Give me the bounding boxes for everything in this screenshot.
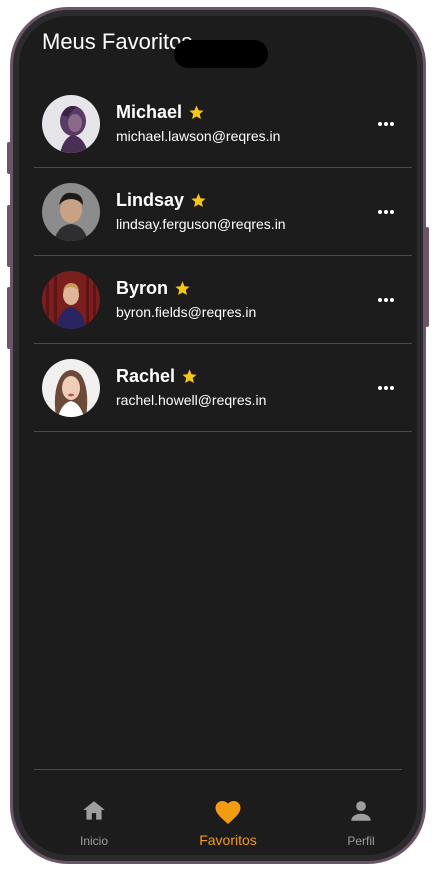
more-options-icon[interactable] <box>376 202 396 222</box>
list-item[interactable]: Lindsay lindsay.ferguson@reqres.in <box>34 168 412 256</box>
avatar <box>42 271 100 329</box>
volume-up-button <box>7 205 11 267</box>
user-email: michael.lawson@reqres.in <box>116 128 281 144</box>
bottom-nav-divider <box>34 769 402 770</box>
dynamic-island <box>174 40 268 68</box>
nav-label: Favoritos <box>199 832 257 848</box>
list-item[interactable]: Byron byron.fields@reqres.in <box>34 256 412 344</box>
user-email: rachel.howell@reqres.in <box>116 392 267 408</box>
user-name: Byron <box>116 278 169 298</box>
heart-icon <box>173 796 283 826</box>
name-line: Rachel <box>116 365 198 387</box>
avatar <box>42 95 100 153</box>
more-options-icon[interactable] <box>376 114 396 134</box>
phone-bezel: Meus Favoritos Michael michael.lawson@re… <box>13 10 423 861</box>
list-item[interactable]: Rachel rachel.howell@reqres.in <box>34 344 412 432</box>
person-icon <box>306 796 416 826</box>
user-name: Lindsay <box>116 190 185 210</box>
star-icon <box>188 104 205 121</box>
nav-label: Perfil <box>347 834 375 848</box>
avatar <box>42 183 100 241</box>
star-icon <box>190 192 207 209</box>
action-button <box>7 142 11 174</box>
list-item[interactable]: Michael michael.lawson@reqres.in <box>34 80 412 168</box>
home-icon <box>39 796 149 826</box>
name-line: Lindsay <box>116 189 207 211</box>
nav-item-favoritos[interactable]: Favoritos <box>173 796 283 848</box>
favorites-list: Michael michael.lawson@reqres.in Lindsay… <box>34 80 412 432</box>
power-button <box>425 227 429 327</box>
nav-label: Inicio <box>79 834 108 848</box>
avatar <box>42 359 100 417</box>
app-screen: Meus Favoritos Michael michael.lawson@re… <box>19 16 417 855</box>
name-line: Michael <box>116 101 205 123</box>
more-options-icon[interactable] <box>376 378 396 398</box>
bottom-navigation: Inicio Favoritos Perfil <box>19 776 417 855</box>
user-name: Michael <box>116 102 183 122</box>
page-title: Meus Favoritos <box>42 29 193 54</box>
volume-down-button <box>7 287 11 349</box>
user-email: byron.fields@reqres.in <box>116 304 257 320</box>
nav-item-perfil[interactable]: Perfil <box>306 796 416 848</box>
phone-frame: Meus Favoritos Michael michael.lawson@re… <box>7 7 429 864</box>
user-name: Rachel <box>116 366 176 386</box>
name-line: Byron <box>116 277 191 299</box>
more-options-icon[interactable] <box>376 290 396 310</box>
nav-item-inicio[interactable]: Inicio <box>39 796 149 848</box>
star-icon <box>174 280 191 297</box>
user-email: lindsay.ferguson@reqres.in <box>116 216 286 232</box>
star-icon <box>181 368 198 385</box>
